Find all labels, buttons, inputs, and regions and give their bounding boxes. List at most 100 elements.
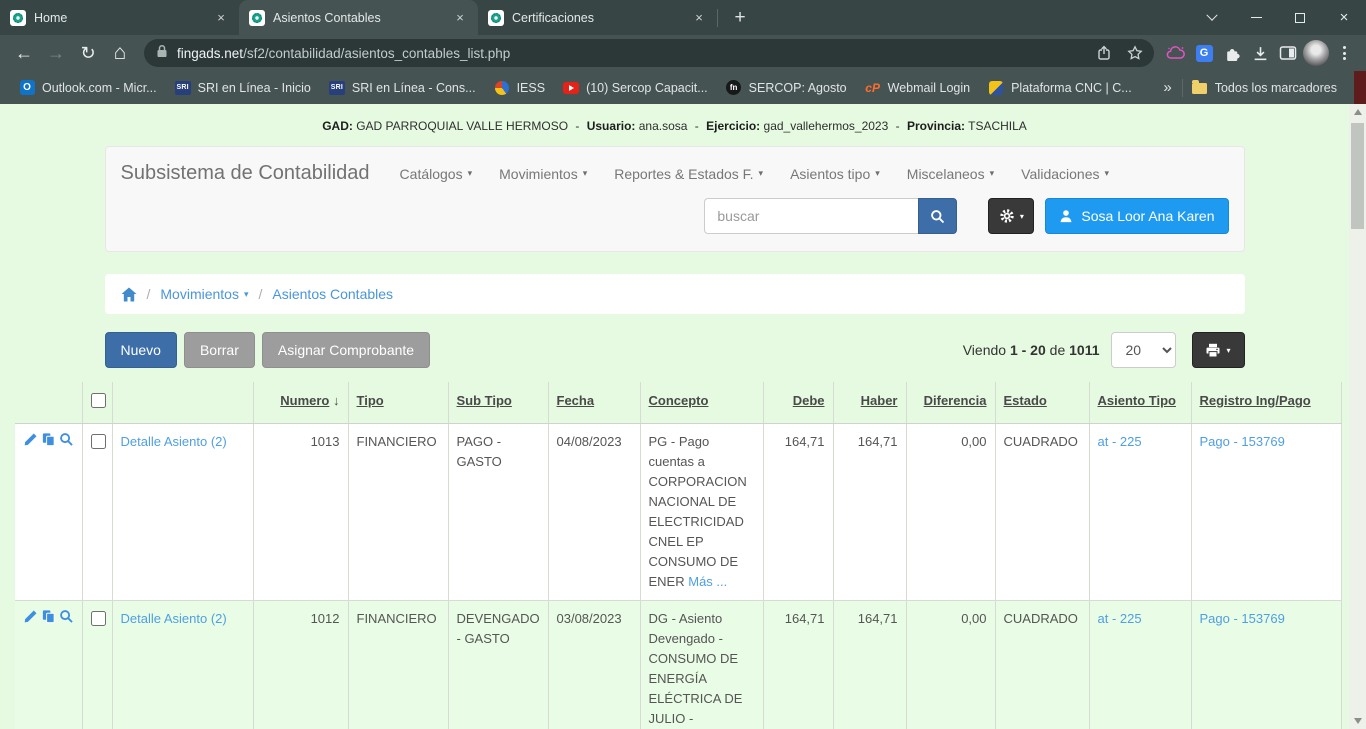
lock-icon bbox=[156, 44, 168, 63]
browser-home-icon[interactable]: ⌂ bbox=[104, 37, 136, 69]
header-registro-ing-pago[interactable]: Registro Ing/Pago bbox=[1191, 382, 1341, 424]
breadcrumb-home-icon[interactable] bbox=[121, 287, 137, 302]
header-checkbox bbox=[82, 382, 112, 424]
new-tab-button[interactable]: + bbox=[726, 4, 754, 32]
search-input[interactable] bbox=[704, 198, 918, 234]
chevron-down-icon: ▾ bbox=[1226, 346, 1230, 355]
header-tipo[interactable]: Tipo bbox=[348, 382, 448, 424]
view-magnifier-icon[interactable] bbox=[59, 432, 74, 447]
header-debe[interactable]: Debe bbox=[763, 382, 833, 424]
folder-icon bbox=[1192, 80, 1208, 96]
translate-extension-icon[interactable]: G bbox=[1190, 39, 1218, 67]
address-bar[interactable]: fingads.net/sf2/contabilidad/asientos_co… bbox=[144, 39, 1154, 67]
edit-icon[interactable] bbox=[23, 432, 38, 447]
share-icon[interactable] bbox=[1092, 40, 1118, 66]
forward-icon[interactable]: → bbox=[40, 37, 72, 69]
downloads-icon[interactable] bbox=[1246, 39, 1274, 67]
user-menu-button[interactable]: Sosa Loor Ana Karen bbox=[1045, 198, 1228, 234]
bookmark-plataforma-cnc[interactable]: Plataforma CNC | C... bbox=[979, 75, 1141, 101]
tab-home[interactable]: Home × bbox=[0, 0, 239, 35]
detalle-asiento-link[interactable]: Detalle Asiento (2) bbox=[121, 434, 227, 449]
close-window-button[interactable]: × bbox=[1322, 0, 1366, 35]
header-asiento-tipo[interactable]: Asiento Tipo bbox=[1089, 382, 1191, 424]
profile-avatar[interactable] bbox=[1302, 39, 1330, 67]
asiento-tipo-link[interactable]: at - 225 bbox=[1098, 611, 1142, 626]
bookmark-sri-consultas[interactable]: SRI SRI en Línea - Cons... bbox=[320, 75, 485, 101]
edit-icon[interactable] bbox=[23, 609, 38, 624]
header-diferencia[interactable]: Diferencia bbox=[906, 382, 995, 424]
app-navbar: Subsistema de Contabilidad Catálogos▾ Mo… bbox=[105, 146, 1245, 252]
tab-certificaciones[interactable]: Certificaciones × bbox=[478, 0, 717, 35]
detalle-asiento-link[interactable]: Detalle Asiento (2) bbox=[121, 611, 227, 626]
page-size-select[interactable]: 20 bbox=[1111, 332, 1176, 368]
copy-icon[interactable] bbox=[41, 609, 56, 624]
minimize-button[interactable] bbox=[1234, 0, 1278, 35]
breadcrumb-asientos-contables[interactable]: Asientos Contables bbox=[272, 286, 393, 302]
bookmark-star-icon[interactable] bbox=[1122, 40, 1148, 66]
search-button[interactable] bbox=[918, 198, 957, 234]
scrollbar-thumb[interactable] bbox=[1351, 123, 1364, 229]
browser-menu-kebab-icon[interactable] bbox=[1330, 39, 1358, 67]
select-all-checkbox[interactable] bbox=[91, 393, 106, 408]
borrar-button[interactable]: Borrar bbox=[184, 332, 255, 368]
tab-close-icon[interactable]: × bbox=[690, 9, 708, 27]
menu-miscelaneos[interactable]: Miscelaneos▾ bbox=[907, 166, 994, 182]
bookmark-sercop-youtube[interactable]: (10) Sercop Capacit... bbox=[554, 75, 717, 101]
menu-reportes[interactable]: Reportes & Estados F.▾ bbox=[614, 166, 763, 182]
registro-ing-pago-link[interactable]: Pago - 153769 bbox=[1200, 434, 1285, 449]
breadcrumb-movimientos[interactable]: Movimientos▾ bbox=[160, 286, 248, 302]
page-scrollbar[interactable] bbox=[1349, 104, 1366, 729]
tab-title: Asientos Contables bbox=[273, 11, 451, 25]
row-checkbox[interactable] bbox=[91, 434, 106, 449]
header-numero[interactable]: Numero ↓ bbox=[253, 382, 348, 424]
bookmark-sercop-agosto[interactable]: fn SERCOP: Agosto bbox=[717, 75, 856, 101]
all-bookmarks-button[interactable]: Todos los marcadores bbox=[1183, 75, 1346, 101]
bookmark-sri-inicio[interactable]: SRI SRI en Línea - Inicio bbox=[166, 75, 320, 101]
bookmark-iess[interactable]: IESS bbox=[485, 75, 555, 101]
row-checkbox[interactable] bbox=[91, 611, 106, 626]
site-favicon bbox=[488, 10, 504, 26]
table-row: Detalle Asiento (2) 1013 FINANCIERO PAGO… bbox=[15, 424, 1341, 601]
tab-close-icon[interactable]: × bbox=[451, 9, 469, 27]
menu-validaciones[interactable]: Validaciones▾ bbox=[1021, 166, 1109, 182]
header-haber[interactable]: Haber bbox=[833, 382, 906, 424]
copy-icon[interactable] bbox=[41, 432, 56, 447]
asiento-tipo-link[interactable]: at - 225 bbox=[1098, 434, 1142, 449]
menu-catalogos[interactable]: Catálogos▾ bbox=[400, 166, 473, 182]
tab-close-icon[interactable]: × bbox=[212, 9, 230, 27]
paging-summary: Viendo 1 - 20 de 1011 bbox=[963, 342, 1100, 358]
bookmarks-overflow-chevron[interactable]: » bbox=[1153, 79, 1181, 96]
tab-title: Certificaciones bbox=[512, 11, 690, 25]
asignar-comprobante-button[interactable]: Asignar Comprobante bbox=[262, 332, 430, 368]
cell-tipo: FINANCIERO bbox=[348, 601, 448, 729]
scroll-up-arrow[interactable] bbox=[1349, 104, 1366, 120]
view-magnifier-icon[interactable] bbox=[59, 609, 74, 624]
header-estado[interactable]: Estado bbox=[995, 382, 1089, 424]
registro-ing-pago-link[interactable]: Pago - 153769 bbox=[1200, 611, 1285, 626]
menu-asientos-tipo[interactable]: Asientos tipo▾ bbox=[790, 166, 880, 182]
extensions-puzzle-icon[interactable] bbox=[1218, 39, 1246, 67]
menu-movimientos[interactable]: Movimientos▾ bbox=[499, 166, 587, 182]
header-concepto[interactable]: Concepto bbox=[640, 382, 763, 424]
side-panel-icon[interactable] bbox=[1274, 39, 1302, 67]
chevron-down-icon: ▾ bbox=[244, 289, 249, 300]
nuevo-button[interactable]: Nuevo bbox=[105, 332, 177, 368]
tab-search-chevron-icon[interactable] bbox=[1190, 0, 1234, 35]
extension-cloud-icon[interactable] bbox=[1162, 39, 1190, 67]
tab-asientos-contables[interactable]: Asientos Contables × bbox=[239, 0, 478, 35]
scroll-down-arrow[interactable] bbox=[1349, 713, 1366, 729]
avatar bbox=[1303, 40, 1329, 66]
print-button[interactable]: ▾ bbox=[1192, 332, 1245, 368]
back-icon[interactable]: ← bbox=[8, 37, 40, 69]
bookmarks-bar: O Outlook.com - Micr... SRI SRI en Línea… bbox=[0, 71, 1366, 104]
mas-link[interactable]: Más ... bbox=[688, 574, 727, 589]
bookmark-webmail[interactable]: cP Webmail Login bbox=[856, 75, 979, 101]
bookmark-outlook[interactable]: O Outlook.com - Micr... bbox=[10, 75, 166, 101]
settings-gear-button[interactable]: ▾ bbox=[988, 198, 1034, 234]
reload-icon[interactable]: ↻ bbox=[72, 37, 104, 69]
chevron-down-icon: ▾ bbox=[1105, 168, 1110, 179]
header-fecha[interactable]: Fecha bbox=[548, 382, 640, 424]
header-sub-tipo[interactable]: Sub Tipo bbox=[448, 382, 548, 424]
cell-haber: 164,71 bbox=[833, 424, 906, 601]
maximize-button[interactable] bbox=[1278, 0, 1322, 35]
